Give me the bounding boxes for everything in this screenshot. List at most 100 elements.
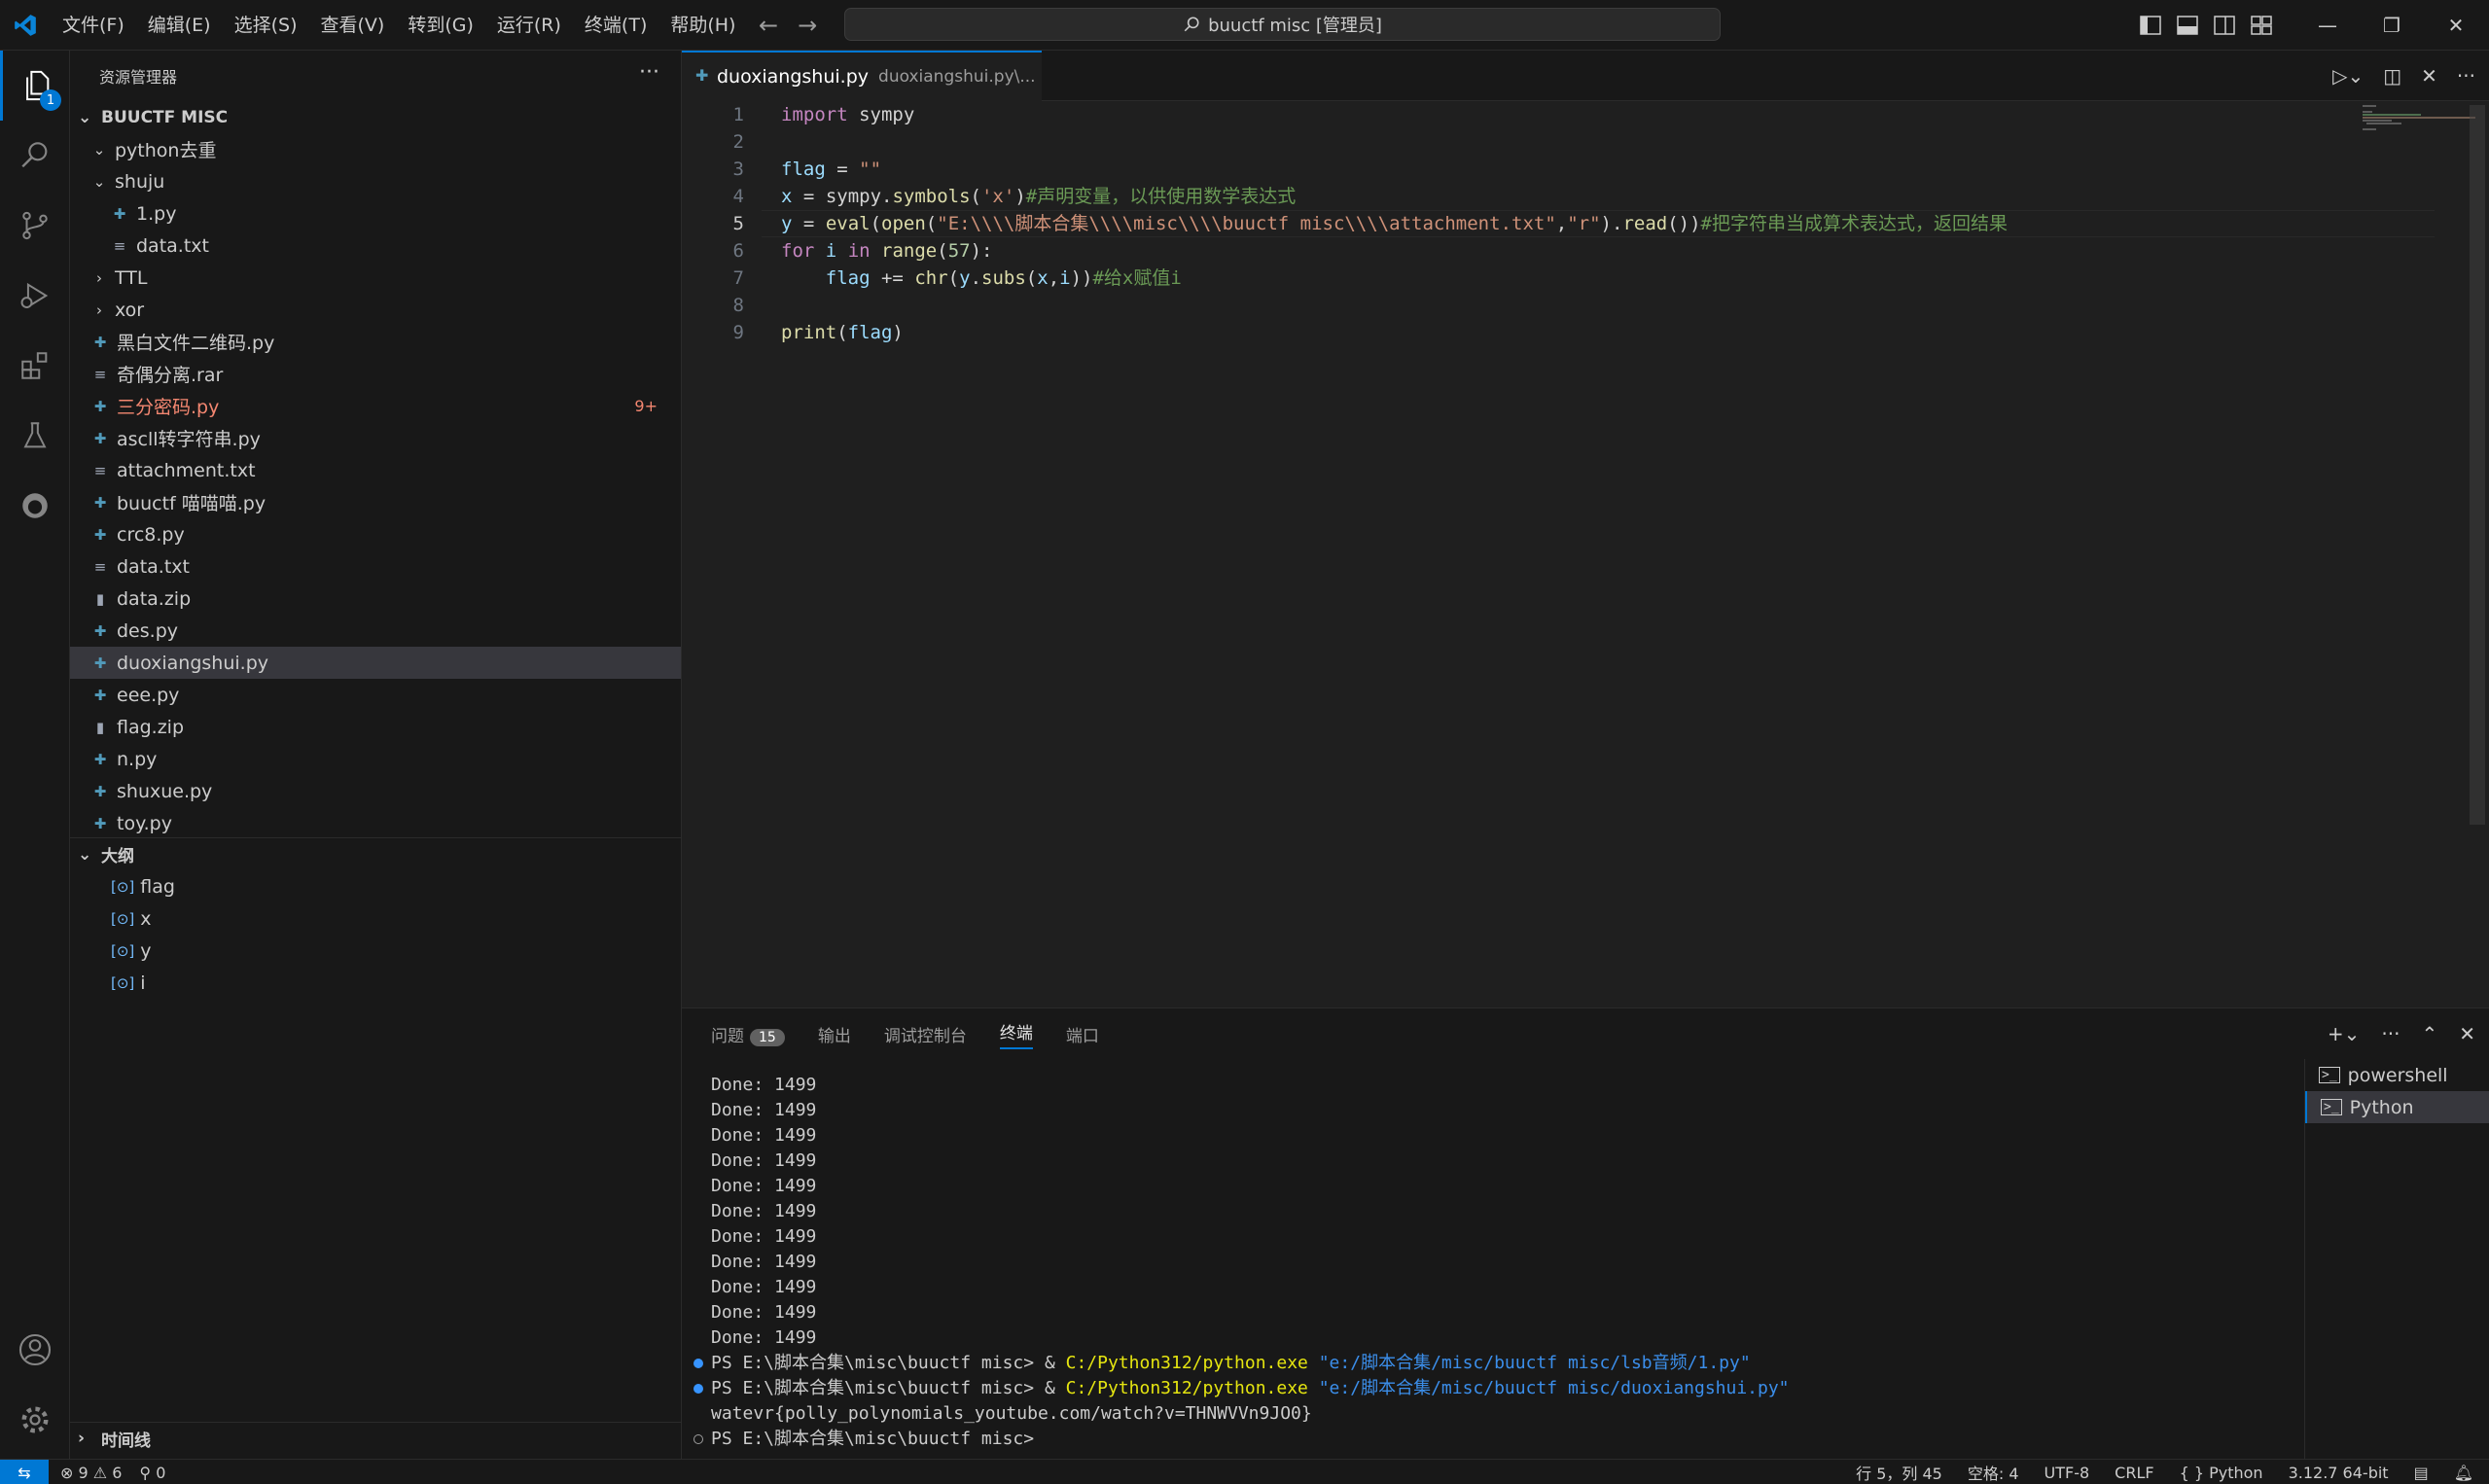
python-file-icon: ✚	[93, 782, 107, 800]
run-debug-icon[interactable]	[0, 261, 70, 331]
file-tree-item[interactable]: ≡ 奇偶分离.rar	[70, 358, 681, 390]
problems-count-badge: 15	[750, 1028, 785, 1046]
accounts-icon[interactable]	[0, 1315, 70, 1385]
explorer-icon[interactable]: 1	[0, 51, 70, 121]
close-tab-icon[interactable]: ✕	[2421, 64, 2437, 88]
new-terminal-icon[interactable]: +⌄	[2328, 1022, 2361, 1045]
problems-status[interactable]: ⊗ 9 ⚠ 6	[60, 1464, 122, 1482]
outline-section: ⌄ 大纲 [⊙] flag [⊙] x [⊙] y [⊙] i	[70, 837, 681, 994]
outline-item[interactable]: [⊙] y	[70, 935, 681, 967]
file-tree-item[interactable]: ✚ ascll转字符串.py	[70, 422, 681, 454]
run-python-icon[interactable]: ▷⌄	[2332, 64, 2364, 88]
tab-terminal[interactable]: 终端	[999, 1019, 1033, 1049]
language-mode[interactable]: { } Python	[2180, 1464, 2263, 1482]
file-tree-item[interactable]: ▮ flag.zip	[70, 711, 681, 743]
file-tree-item[interactable]: ✚ toy.py	[70, 807, 681, 839]
tab-ports[interactable]: 端口	[1066, 1022, 1099, 1046]
remote-indicator-icon[interactable]: ⇆	[0, 1460, 49, 1484]
menu-file[interactable]: 文件(F)	[51, 0, 136, 51]
terminal-item-powershell[interactable]: >_ powershell	[2305, 1059, 2489, 1091]
back-arrow-icon[interactable]: ←	[759, 12, 778, 39]
extensions-icon[interactable]	[0, 331, 70, 401]
title-bar: 文件(F) 编辑(E) 选择(S) 查看(V) 转到(G) 运行(R) 终端(T…	[0, 0, 2489, 51]
menu-view[interactable]: 查看(V)	[309, 0, 397, 51]
command-success-icon	[693, 1359, 703, 1368]
source-control-icon[interactable]	[0, 191, 70, 261]
file-tree-item-label: flag.zip	[117, 716, 185, 738]
file-tree-item[interactable]: ⌄ shuju	[70, 165, 681, 197]
file-tree-item[interactable]: › TTL	[70, 262, 681, 294]
toggle-secondary-sidebar-icon[interactable]	[2214, 16, 2235, 35]
file-tree-item[interactable]: ✚ crc8.py	[70, 518, 681, 550]
command-center-search[interactable]: buuctf misc [管理员]	[844, 8, 1721, 41]
code-line-9: print(flag)	[781, 322, 904, 343]
code-editor[interactable]: 1 import sympy 2 3 flag = "" 4 x = sympy.sy…	[682, 101, 2489, 1007]
cursor-position[interactable]: 行 5，列 45	[1856, 1461, 1942, 1484]
menu-help[interactable]: 帮助(H)	[658, 0, 747, 51]
ports-status[interactable]: ⚲ 0	[139, 1464, 165, 1482]
file-tree-item[interactable]: ≡ data.txt	[70, 230, 681, 262]
feedback-icon[interactable]: ▤	[2414, 1464, 2429, 1482]
outline-item[interactable]: [⊙] flag	[70, 870, 681, 902]
more-actions-icon[interactable]: ···	[639, 60, 659, 85]
tab-duoxiangshui[interactable]: ✚ duoxiangshui.py duoxiangshui.py\...	[682, 51, 1042, 101]
editor-more-icon[interactable]: ···	[2457, 64, 2475, 88]
terminal-item-python[interactable]: >_ Python	[2305, 1091, 2489, 1123]
file-tree-item[interactable]: ✚ n.py	[70, 743, 681, 775]
code-line-6: for i in range(57):	[781, 240, 993, 262]
maximize-panel-icon[interactable]: ⌃	[2421, 1022, 2437, 1045]
file-tree-item[interactable]: ≡ data.txt	[70, 550, 681, 583]
encoding[interactable]: UTF-8	[2045, 1464, 2090, 1482]
file-tree-item[interactable]: ✚ buuctf 喵喵喵.py	[70, 486, 681, 518]
toggle-primary-sidebar-icon[interactable]	[2140, 16, 2161, 35]
close-window-icon[interactable]: ✕	[2424, 14, 2488, 37]
file-tree-item[interactable]: ✚ des.py	[70, 615, 681, 647]
customize-layout-icon[interactable]	[2251, 16, 2272, 35]
forward-arrow-icon[interactable]: →	[798, 12, 817, 39]
indentation[interactable]: 空格: 4	[1968, 1461, 2019, 1484]
file-tree-item[interactable]: ✚ duoxiangshui.py	[70, 647, 681, 679]
python-interpreter[interactable]: 3.12.7 64-bit	[2289, 1464, 2389, 1482]
file-tree-item[interactable]: › xor	[70, 294, 681, 326]
menu-run[interactable]: 运行(R)	[485, 0, 573, 51]
notifications-bell-icon[interactable]: 🔔︎	[2454, 1464, 2473, 1482]
panel-more-icon[interactable]: ···	[2381, 1022, 2400, 1045]
file-tree-item[interactable]: ✚ eee.py	[70, 679, 681, 711]
toggle-panel-icon[interactable]	[2177, 16, 2198, 35]
end-of-line[interactable]: CRLF	[2115, 1464, 2153, 1482]
file-tree-item[interactable]: ▮ data.zip	[70, 583, 681, 615]
outline-item[interactable]: [⊙] x	[70, 902, 681, 935]
file-tree-item[interactable]: ≡ attachment.txt	[70, 454, 681, 486]
file-tree-item[interactable]: ✚ 三分密码.py 9+	[70, 390, 681, 422]
file-tree-item[interactable]: ✚ shuxue.py	[70, 775, 681, 807]
testing-flask-icon[interactable]	[0, 401, 70, 471]
code-line-1: import sympy	[781, 104, 915, 125]
settings-gear-icon[interactable]	[0, 1385, 70, 1455]
terminal-output[interactable]: Done: 1499 Done: 1499 Done: 1499 Done: 1499…	[693, 1073, 2005, 1452]
menu-edit[interactable]: 编辑(E)	[136, 0, 223, 51]
outline-header[interactable]: ⌄ 大纲	[70, 838, 681, 870]
menu-selection[interactable]: 选择(S)	[223, 0, 309, 51]
github-icon[interactable]	[0, 471, 70, 541]
line-number: 8	[732, 295, 744, 316]
tab-output[interactable]: 输出	[818, 1022, 851, 1046]
vertical-scrollbar[interactable]	[2470, 105, 2485, 825]
file-tree-item[interactable]: ✚ 黑白文件二维码.py	[70, 326, 681, 358]
menu-terminal[interactable]: 终端(T)	[573, 0, 658, 51]
search-view-icon[interactable]	[0, 121, 70, 191]
minimize-icon[interactable]: —	[2295, 14, 2360, 37]
restore-icon[interactable]: ❐	[2360, 14, 2424, 37]
file-tree-item-label: TTL	[115, 266, 148, 289]
python-file-icon: ✚	[93, 814, 107, 832]
workspace-root[interactable]: ⌄ BUUCTF MISC	[70, 101, 681, 133]
file-tree-item[interactable]: ✚ 1.py	[70, 197, 681, 230]
close-panel-icon[interactable]: ✕	[2459, 1022, 2475, 1045]
minimap[interactable]	[2361, 101, 2475, 140]
outline-item[interactable]: [⊙] i	[70, 967, 681, 999]
tab-problems[interactable]: 问题 15	[711, 1022, 785, 1046]
file-tree-item[interactable]: ⌄ python去重	[70, 133, 681, 165]
split-editor-icon[interactable]: ◫	[2383, 64, 2401, 88]
timeline-section[interactable]: › 时间线	[70, 1422, 681, 1454]
tab-debug-console[interactable]: 调试控制台	[884, 1022, 967, 1046]
menu-go[interactable]: 转到(G)	[396, 0, 485, 51]
